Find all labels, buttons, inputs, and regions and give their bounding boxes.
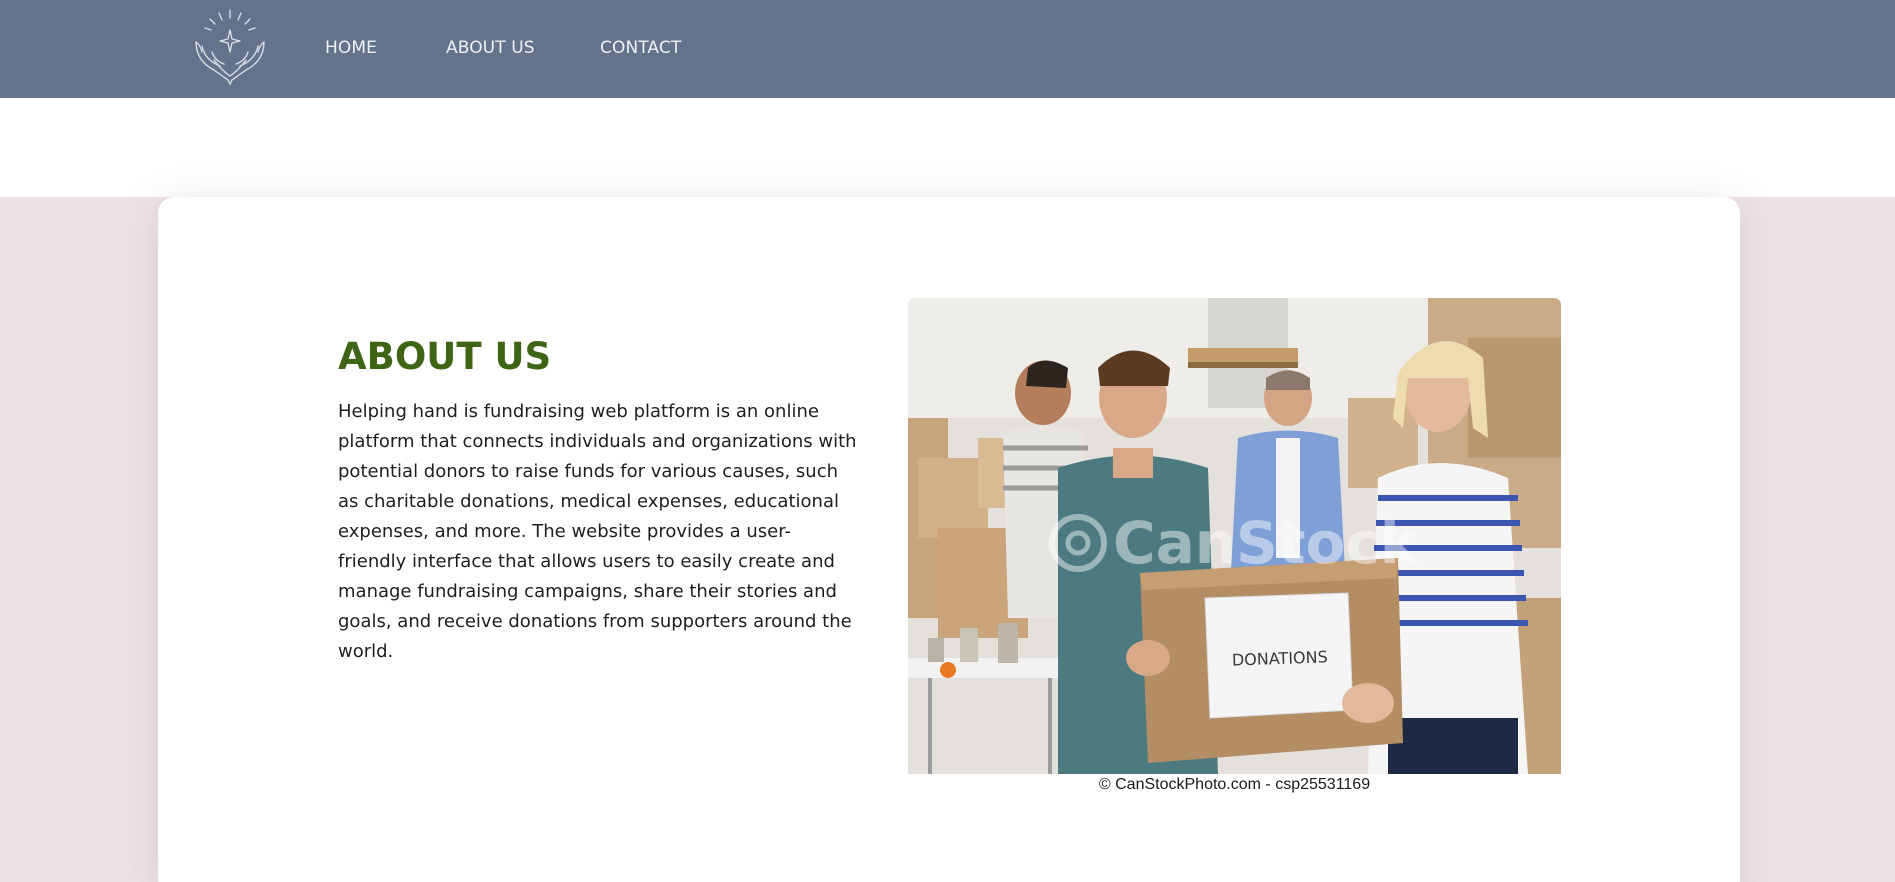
about-title: ABOUT US xyxy=(338,335,552,378)
nav-home-link[interactable]: HOME xyxy=(325,38,377,58)
about-description: Helping hand is fundraising web platform… xyxy=(338,401,857,662)
helping-hands-logo-icon[interactable] xyxy=(188,8,272,88)
nav-about-us-link[interactable]: ABOUT US xyxy=(446,38,535,58)
top-navbar: HOME ABOUT US CONTACT xyxy=(0,0,1895,98)
photo-watermark: CanStock xyxy=(1113,509,1420,577)
volunteers-donation-photo: DONATIONS CanStock xyxy=(908,298,1561,774)
photo-credit: © CanStockPhoto.com - csp25531169 xyxy=(1098,776,1371,793)
about-card: ABOUT US Helping hand is fundraising web… xyxy=(158,197,1740,882)
nav-contact-link[interactable]: CONTACT xyxy=(600,38,681,58)
donations-box-label: DONATIONS xyxy=(1232,647,1328,669)
